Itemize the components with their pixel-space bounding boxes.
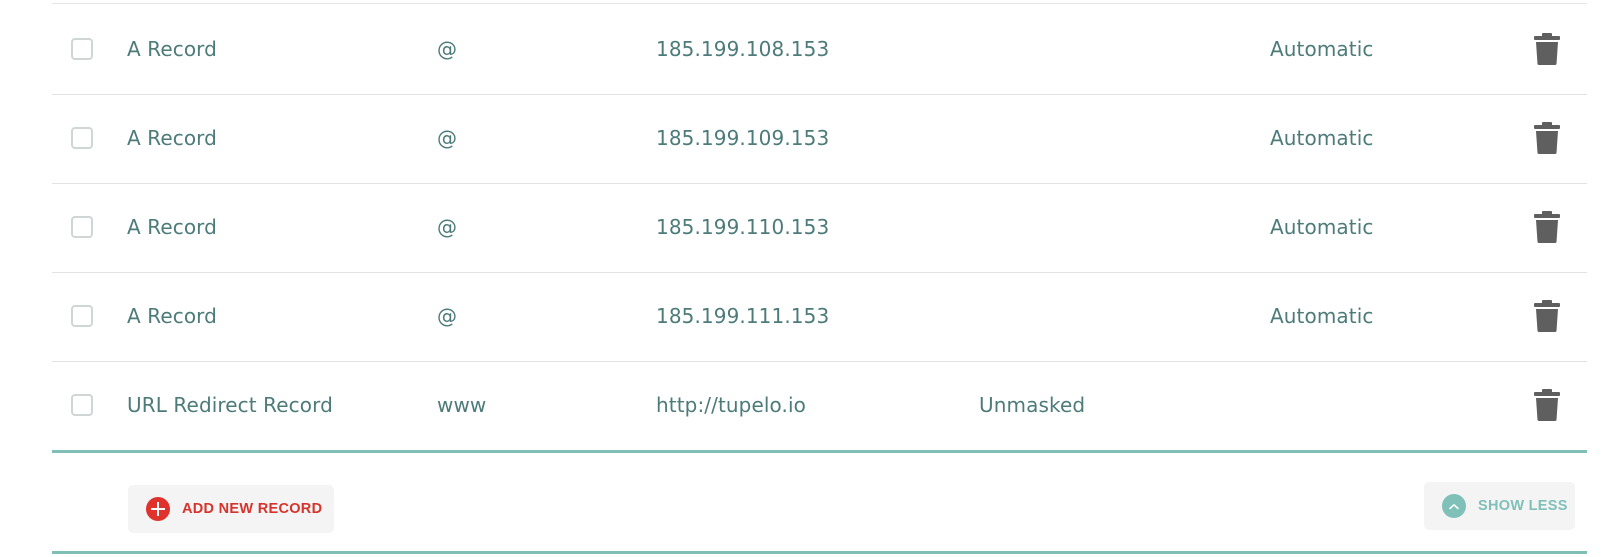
add-new-record-button[interactable]: ADD NEW RECORD	[128, 485, 334, 533]
trash-icon[interactable]	[1534, 299, 1560, 332]
row-checkbox[interactable]	[71, 37, 93, 60]
show-less-label: SHOW LESS	[1478, 498, 1568, 514]
record-type: A Record	[127, 125, 217, 150]
add-new-record-label: ADD NEW RECORD	[182, 501, 323, 517]
record-extra: Unmasked	[979, 392, 1086, 417]
row-checkbox[interactable]	[71, 215, 93, 238]
record-value: 185.199.110.153	[656, 214, 830, 239]
trash-icon[interactable]	[1534, 210, 1560, 243]
record-type: A Record	[127, 303, 217, 328]
trash-icon[interactable]	[1534, 121, 1560, 154]
record-value: 185.199.109.153	[656, 125, 830, 150]
table-footer: ADD NEW RECORD SHOW LESS	[52, 455, 1587, 555]
record-value: 185.199.108.153	[656, 36, 830, 61]
record-host: @	[437, 125, 458, 150]
trash-icon[interactable]	[1534, 32, 1560, 65]
record-ttl: Automatic	[1270, 303, 1374, 328]
record-host: www	[437, 392, 487, 417]
record-ttl: Automatic	[1270, 214, 1374, 239]
record-host: @	[437, 36, 458, 61]
footer-divider	[52, 551, 1587, 554]
record-value: http://tupelo.io	[656, 392, 806, 417]
table-row: A Record @ 185.199.109.153 Automatic	[52, 92, 1587, 184]
record-host: @	[437, 214, 458, 239]
table-row: A Record @ 185.199.110.153 Automatic	[52, 181, 1587, 273]
record-host: @	[437, 303, 458, 328]
table-row: A Record @ 185.199.111.153 Automatic	[52, 270, 1587, 362]
record-value: 185.199.111.153	[656, 303, 830, 328]
chevron-up-icon	[1442, 494, 1466, 518]
record-type: A Record	[127, 214, 217, 239]
record-ttl: Automatic	[1270, 125, 1374, 150]
row-checkbox[interactable]	[71, 304, 93, 327]
trash-icon[interactable]	[1534, 388, 1560, 421]
table-row: URL Redirect Record www http://tupelo.io…	[52, 359, 1587, 453]
show-less-button[interactable]: SHOW LESS	[1424, 482, 1575, 530]
table-row: A Record @ 185.199.108.153 Automatic	[52, 3, 1587, 95]
record-type: URL Redirect Record	[127, 392, 333, 417]
plus-circle-icon	[146, 497, 170, 521]
row-checkbox[interactable]	[71, 126, 93, 149]
record-ttl: Automatic	[1270, 36, 1374, 61]
row-checkbox[interactable]	[71, 393, 93, 416]
record-type: A Record	[127, 36, 217, 61]
